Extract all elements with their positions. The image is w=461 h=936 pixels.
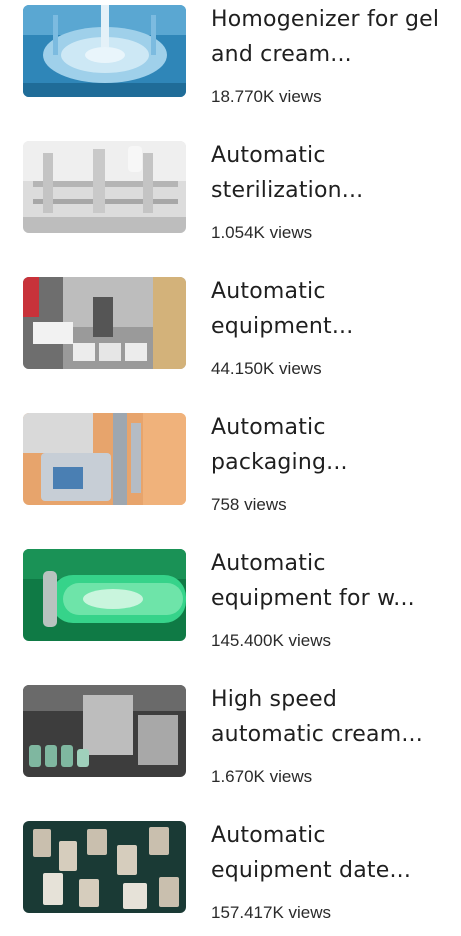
mixing-tube-thumbnail — [23, 549, 186, 641]
video-thumbnail[interactable] — [23, 821, 186, 913]
video-thumbnail[interactable] — [23, 413, 186, 505]
view-count: 1.054K views — [211, 223, 313, 242]
video-title[interactable]: High speed automatic cream... — [211, 682, 445, 752]
video-thumbnail[interactable] — [23, 5, 186, 97]
view-count: 18.770K views — [211, 87, 322, 106]
video-thumbnail[interactable] — [23, 685, 186, 777]
video-title[interactable]: Automatic equipment... — [211, 274, 445, 344]
video-item[interactable]: Automatic packaging... 758 views — [0, 408, 461, 528]
view-count: 145.400K views — [211, 631, 332, 650]
video-item[interactable]: Automatic equipment... 44.150K views — [0, 272, 461, 392]
homogenizer-machine-thumbnail — [23, 5, 186, 97]
video-title[interactable]: Automatic sterilization... — [211, 138, 445, 208]
video-item[interactable]: Automatic equipment for w... 145.400K vi… — [0, 544, 461, 664]
video-item[interactable]: Automatic sterilization... 1.054K views — [0, 136, 461, 256]
view-count: 1.670K views — [211, 767, 313, 786]
video-thumbnail[interactable] — [23, 549, 186, 641]
video-title[interactable]: Automatic equipment date... — [211, 818, 445, 888]
video-item[interactable]: Homogenizer for gel and cream... 18.770K… — [0, 0, 461, 120]
view-count: 758 views — [211, 495, 287, 514]
view-count: 44.150K views — [211, 359, 322, 378]
video-list: Homogenizer for gel and cream... 18.770K… — [0, 0, 461, 925]
video-item[interactable]: High speed automatic cream... 1.670K vie… — [0, 680, 461, 800]
video-item[interactable]: Automatic equipment date... 157.417K vie… — [0, 816, 461, 936]
video-thumbnail[interactable] — [23, 141, 186, 233]
video-title[interactable]: Automatic packaging... — [211, 410, 445, 480]
mould-parts-thumbnail — [23, 821, 186, 913]
view-count: 157.417K views — [211, 903, 332, 922]
video-title[interactable]: Homogenizer for gel and cream... — [211, 2, 445, 72]
boxing-machine-thumbnail — [23, 277, 186, 369]
tube-filling-machine-thumbnail — [23, 685, 186, 777]
video-title[interactable]: Automatic equipment for w... — [211, 546, 445, 616]
sterilization-line-thumbnail — [23, 141, 186, 233]
packaging-machine-thumbnail — [23, 413, 186, 505]
video-thumbnail[interactable] — [23, 277, 186, 369]
